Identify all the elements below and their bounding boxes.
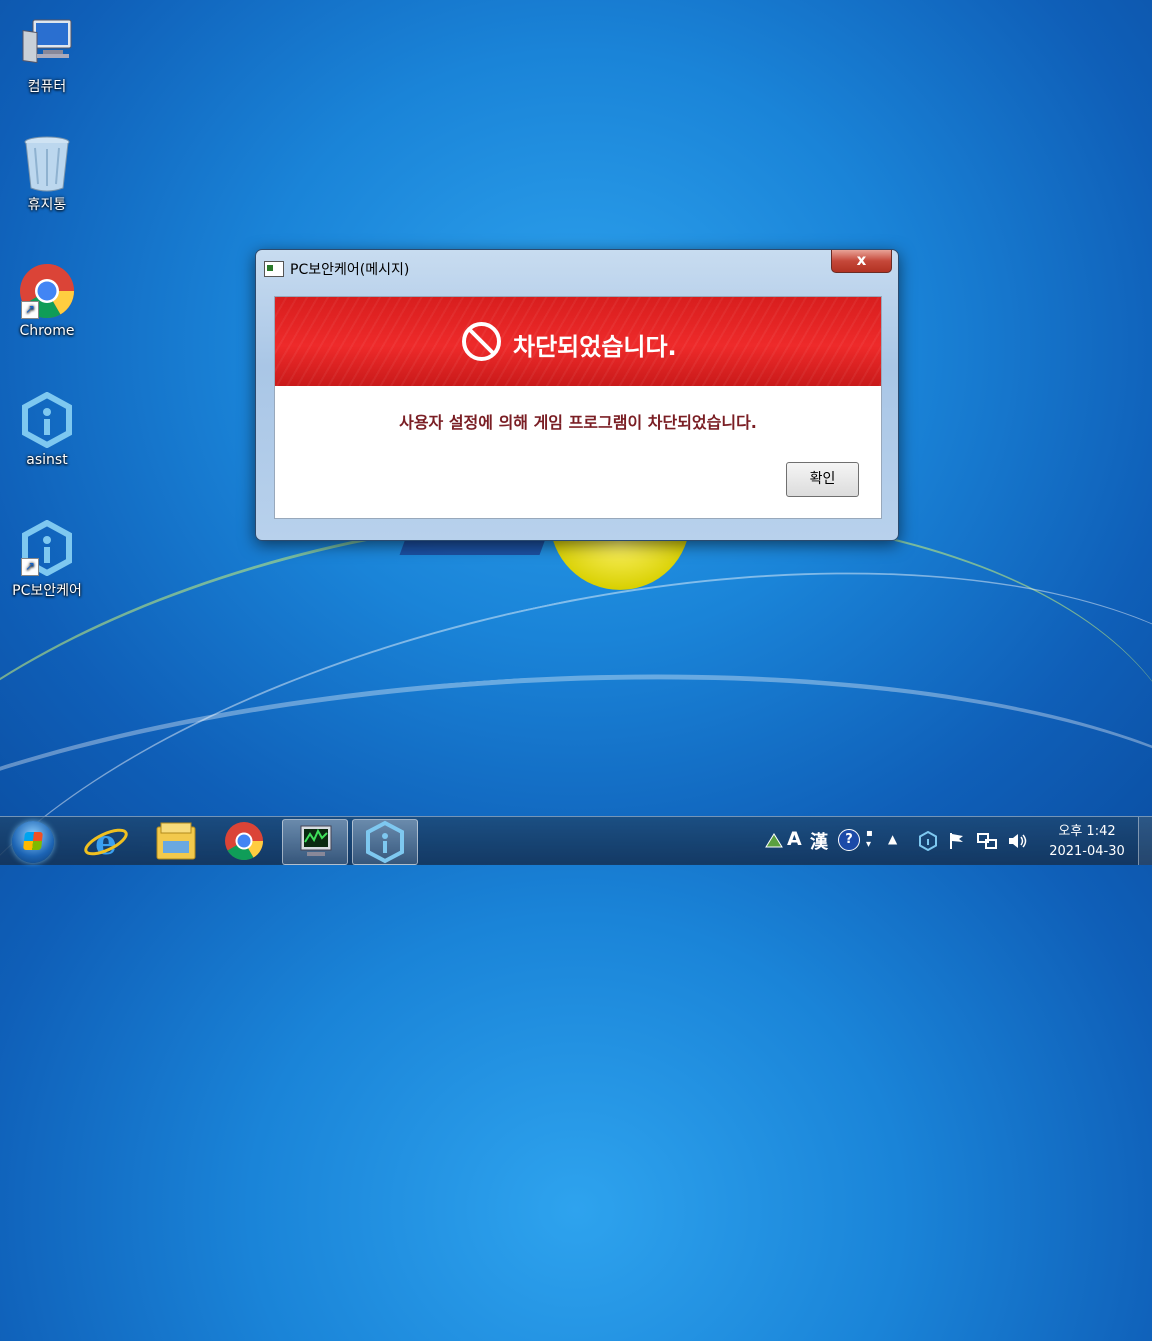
- shortcut-arrow-icon: ↗: [21, 301, 39, 319]
- taskbar-file-explorer[interactable]: [144, 819, 208, 863]
- taskbar-task-manager[interactable]: [282, 819, 348, 865]
- system-clock[interactable]: 오후 1:42 2021-04-30: [1040, 822, 1134, 862]
- desktop-icon-label: Chrome: [19, 323, 75, 339]
- ime-status-icon[interactable]: [764, 831, 784, 851]
- file-explorer-icon: [156, 822, 196, 860]
- desktop-icon-asinst[interactable]: asinst: [6, 391, 88, 468]
- desktop-icon-label: 휴지통: [27, 197, 67, 213]
- wallpaper-swoosh: [0, 461, 1152, 1341]
- volume-icon[interactable]: [1007, 831, 1029, 851]
- dialog-title: PC보안케어(메시지): [290, 262, 410, 278]
- pc-security-care-icon: [366, 820, 404, 864]
- desktop-icon-label: asinst: [26, 452, 68, 468]
- taskbar: e A 漢 ? ▪ ▾ ▲ 오후 1:42 2021-04-30: [0, 816, 1152, 865]
- task-manager-icon: [300, 825, 332, 856]
- banner-title: 차단되었습니다.: [513, 333, 677, 361]
- pc-security-care-tray-icon[interactable]: [918, 830, 938, 852]
- show-desktop-button[interactable]: [1138, 817, 1152, 865]
- computer-icon: [19, 16, 75, 72]
- alert-banner: 차단되었습니다.: [275, 297, 881, 386]
- desktop-icon-pc-security-care[interactable]: ↗ PC보안케어: [6, 519, 88, 600]
- chrome-icon: ↗: [19, 263, 75, 319]
- wallpaper-swoosh: [0, 624, 1152, 1241]
- pc-security-care-icon: ↗: [19, 519, 75, 577]
- network-icon[interactable]: [976, 831, 998, 851]
- clock-time: 오후 1:42: [1058, 824, 1116, 839]
- dialog-message: 사용자 설정에 의해 게임 프로그램이 차단되었습니다.: [399, 413, 757, 432]
- desktop-icon-label: 컴퓨터: [27, 79, 67, 95]
- action-center-flag-icon[interactable]: [947, 831, 967, 851]
- app-window-icon: [264, 261, 284, 277]
- shortcut-arrow-icon: ↗: [21, 558, 39, 576]
- desktop-icon-recycle-bin[interactable]: 휴지통: [6, 134, 88, 214]
- ok-button[interactable]: 확인: [786, 462, 859, 497]
- taskbar-internet-explorer[interactable]: e: [74, 819, 138, 863]
- block-icon: [462, 322, 501, 361]
- close-button[interactable]: x: [831, 250, 892, 273]
- desktop-icon-chrome[interactable]: ↗ Chrome: [6, 263, 88, 339]
- clock-date: 2021-04-30: [1049, 844, 1125, 859]
- taskbar-pc-security-care[interactable]: [352, 819, 418, 865]
- internet-explorer-icon: e: [84, 823, 128, 863]
- desktop-icon-label: PC보안케어: [12, 583, 82, 599]
- ime-options-icon[interactable]: ▪ ▾: [866, 828, 873, 850]
- dialog-content: 차단되었습니다. 사용자 설정에 의해 게임 프로그램이 차단되었습니다. 확인: [274, 296, 882, 519]
- chrome-icon: [225, 822, 264, 861]
- taskbar-chrome[interactable]: [212, 819, 276, 863]
- ime-help-icon[interactable]: ?: [838, 829, 860, 851]
- start-button[interactable]: [12, 821, 54, 863]
- svg-text:e: e: [95, 823, 117, 863]
- show-hidden-icons-chevron-up-icon[interactable]: ▲: [888, 832, 897, 852]
- asinst-icon: [19, 391, 75, 449]
- recycle-bin-icon: [19, 134, 75, 192]
- desktop-icon-computer[interactable]: 컴퓨터: [6, 16, 88, 96]
- close-icon: x: [856, 251, 867, 269]
- ime-english-toggle[interactable]: A: [787, 828, 802, 850]
- ime-hanja-toggle[interactable]: 漢: [810, 828, 828, 853]
- dialog-titlebar[interactable]: PC보안케어(메시지) x: [256, 250, 898, 286]
- blocked-message-dialog: PC보안케어(메시지) x 차단되었습니다. 사용자 설정에 의해 게임 프로그…: [255, 249, 899, 541]
